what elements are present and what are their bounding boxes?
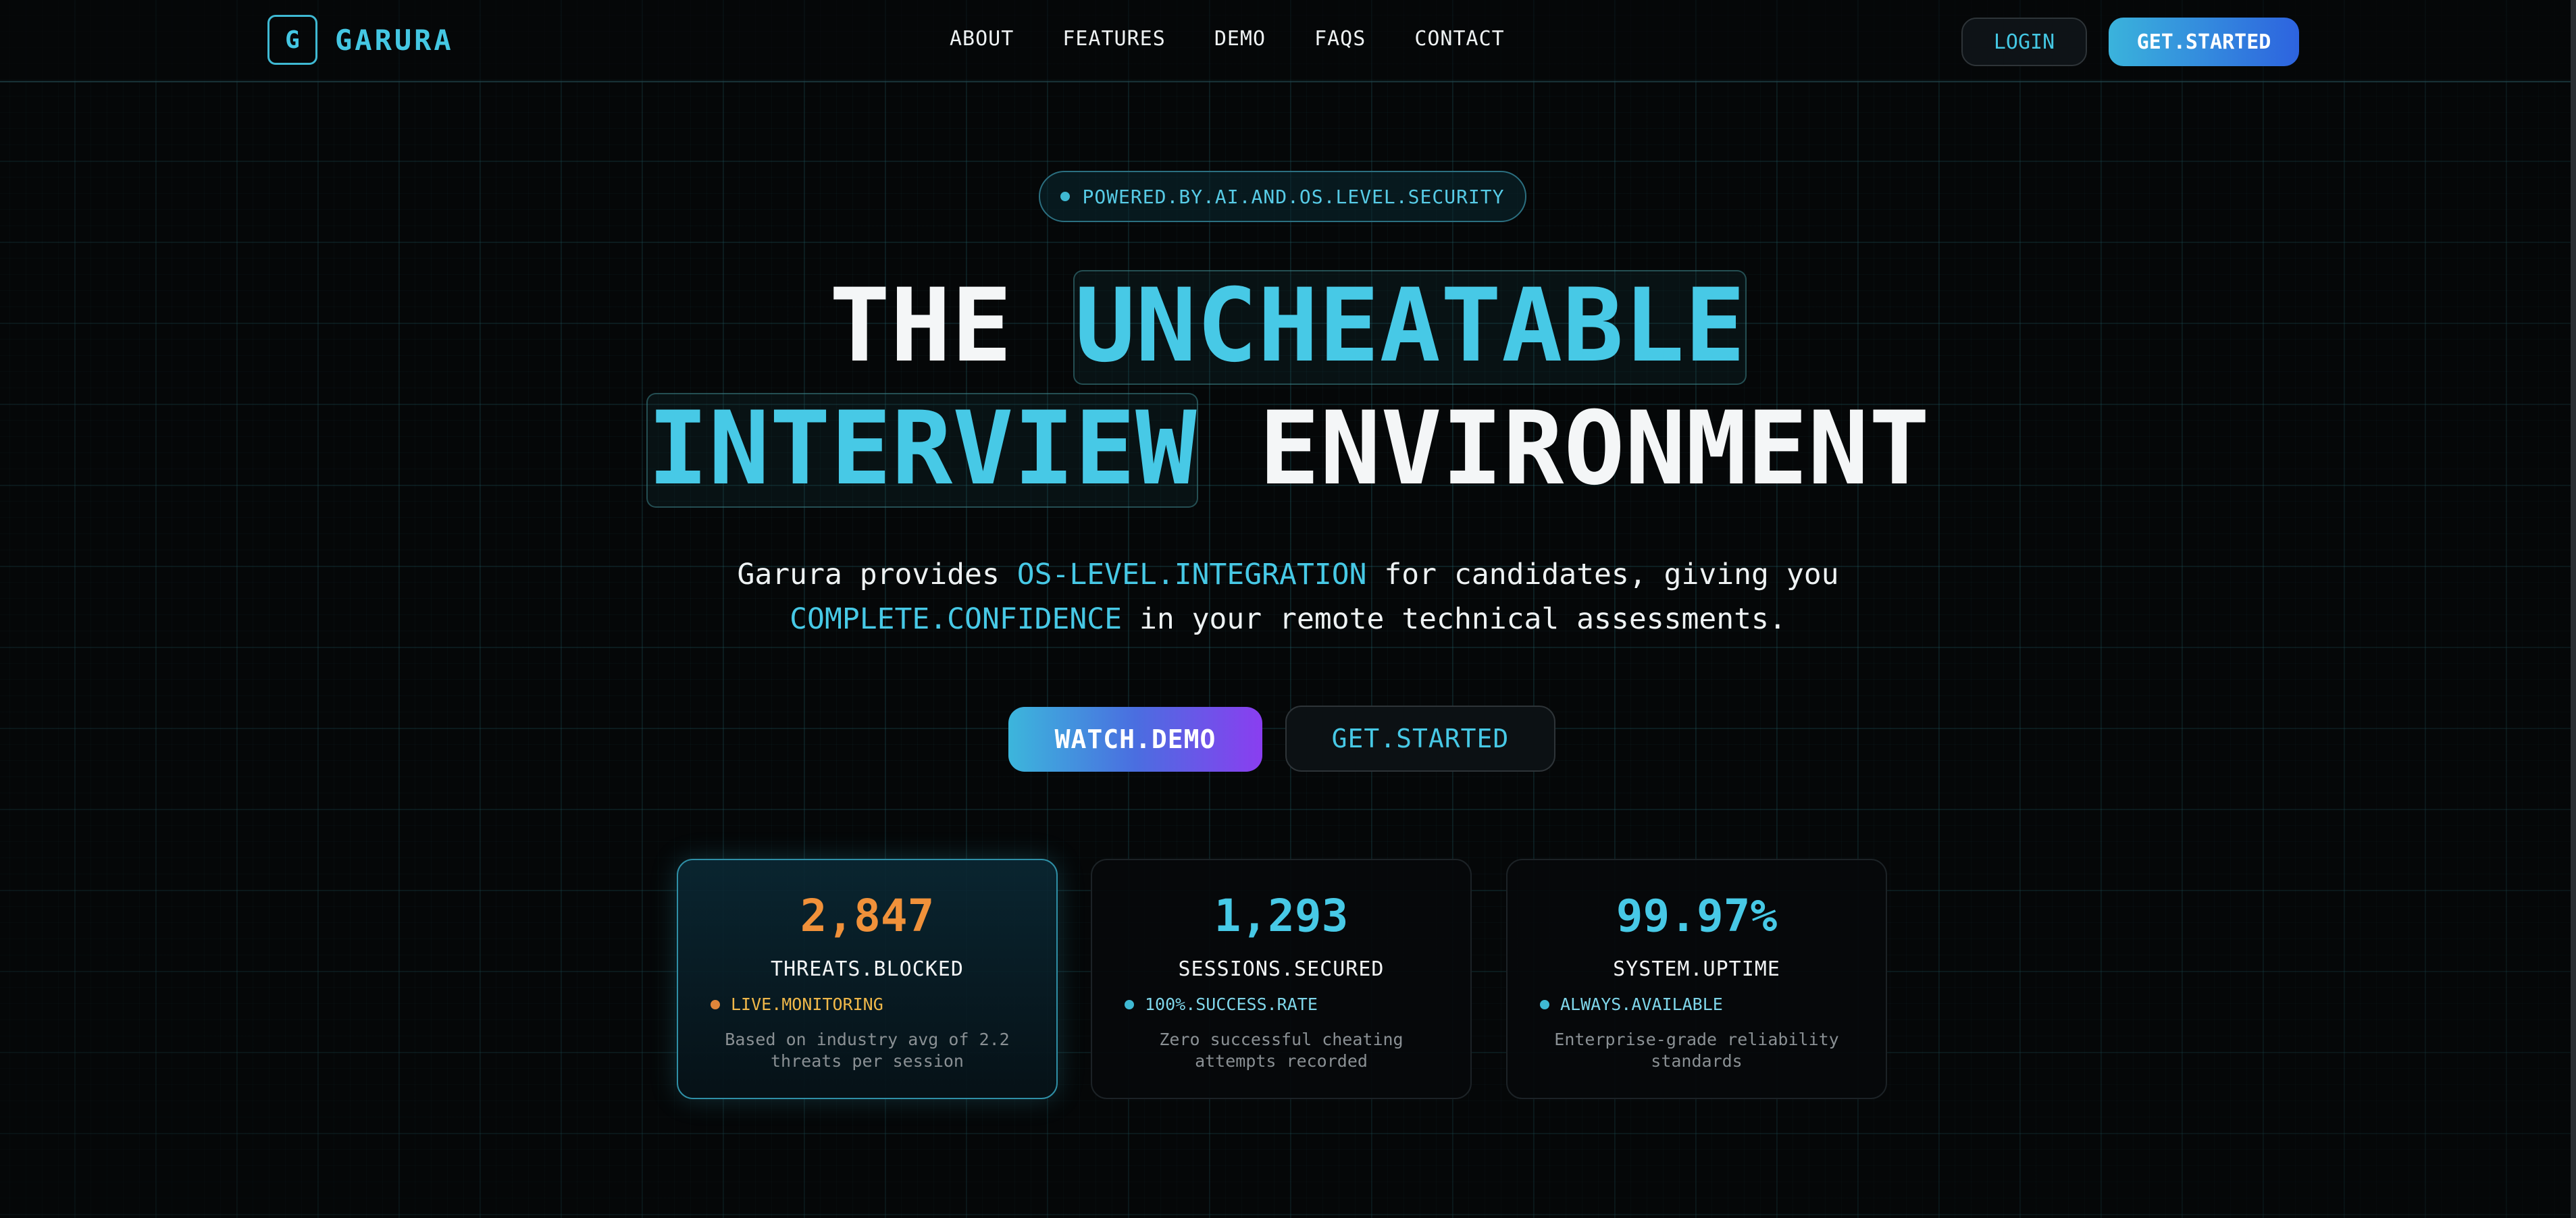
status-dot-icon [711, 999, 720, 1009]
headline-word-the: THE [829, 267, 1012, 385]
stat-card-threats[interactable]: 2,847 THREATS.BLOCKED LIVE.MONITORING Ba… [677, 859, 1058, 1099]
brand-logo[interactable]: G GARURA [267, 15, 454, 65]
stat-status: LIVE.MONITORING [711, 995, 1056, 1014]
stat-label: THREATS.BLOCKED [771, 957, 964, 981]
headline-line-1: THE UNCHEATABLE [0, 270, 2576, 385]
badge-text: POWERED.BY.AI.AND.OS.LEVEL.SECURITY [1082, 185, 1505, 208]
stat-status: 100%.SUCCESS.RATE [1125, 995, 1470, 1014]
nav-link-about[interactable]: ABOUT [950, 27, 1014, 51]
subtitle-text: Garura provides [737, 558, 1017, 591]
nav-link-features[interactable]: FEATURES [1062, 27, 1166, 51]
hero-subtitle: Garura provides OS-LEVEL.INTEGRATION for… [0, 552, 2576, 641]
powered-by-badge: POWERED.BY.AI.AND.OS.LEVEL.SECURITY [1039, 171, 1526, 222]
hero-get-started-button[interactable]: GET.STARTED [1285, 706, 1555, 772]
stat-status-text: LIVE.MONITORING [731, 995, 883, 1014]
top-navbar: G GARURA ABOUT FEATURES DEMO FAQS CONTAC… [0, 0, 2576, 82]
headline-line-2: INTERVIEW ENVIRONMENT [0, 393, 2576, 508]
subtitle-text: in your remote technical assessments. [1122, 602, 1786, 636]
headline-highlight-uncheatable: UNCHEATABLE [1073, 267, 1747, 385]
headline-highlight-interview: INTERVIEW [646, 390, 1198, 508]
stat-value: 1,293 [1214, 890, 1349, 942]
brand-name: GARURA [335, 23, 454, 57]
stat-description: Zero successful cheating attempts record… [1159, 1030, 1403, 1071]
stat-status-text: ALWAYS.AVAILABLE [1560, 995, 1723, 1014]
nav-link-contact[interactable]: CONTACT [1414, 27, 1504, 51]
badge-dot-icon [1060, 192, 1071, 201]
stat-status-text: 100%.SUCCESS.RATE [1145, 995, 1318, 1014]
headline-word-environment: ENVIRONMENT [1258, 390, 1930, 508]
subtitle-line-1: Garura provides OS-LEVEL.INTEGRATION for… [0, 552, 2576, 597]
subtitle-line-2: COMPLETE.CONFIDENCE in your remote techn… [0, 597, 2576, 641]
status-dot-icon [1540, 999, 1549, 1009]
stat-label: SESSIONS.SECURED [1178, 957, 1385, 981]
subtitle-accent-os-level: OS-LEVEL.INTEGRATION [1016, 558, 1367, 591]
nav-link-faqs[interactable]: FAQS [1314, 27, 1366, 51]
stat-description: Based on industry avg of 2.2 threats per… [725, 1030, 1010, 1071]
subtitle-text: for candidates, giving you [1366, 558, 1839, 591]
nav-link-demo[interactable]: DEMO [1214, 27, 1266, 51]
window-edge [2571, 0, 2576, 1218]
stat-description: Enterprise-grade reliability standards [1554, 1030, 1839, 1071]
stat-label: SYSTEM.UPTIME [1613, 957, 1780, 981]
logo-icon: G [267, 15, 317, 65]
nav-get-started-button[interactable]: GET.STARTED [2109, 18, 2299, 66]
subtitle-accent-confidence: COMPLETE.CONFIDENCE [790, 602, 1123, 636]
nav-links: ABOUT FEATURES DEMO FAQS CONTACT [950, 27, 1505, 51]
status-dot-icon [1125, 999, 1134, 1009]
stat-value: 2,847 [800, 890, 935, 942]
stat-card-sessions[interactable]: 1,293 SESSIONS.SECURED 100%.SUCCESS.RATE… [1091, 859, 1472, 1099]
stat-status: ALWAYS.AVAILABLE [1540, 995, 1886, 1014]
stat-value: 99.97% [1616, 890, 1778, 942]
stat-card-uptime[interactable]: 99.97% SYSTEM.UPTIME ALWAYS.AVAILABLE En… [1506, 859, 1887, 1099]
watch-demo-button[interactable]: WATCH.DEMO [1008, 707, 1262, 772]
login-button[interactable]: LOGIN [1961, 18, 2087, 66]
